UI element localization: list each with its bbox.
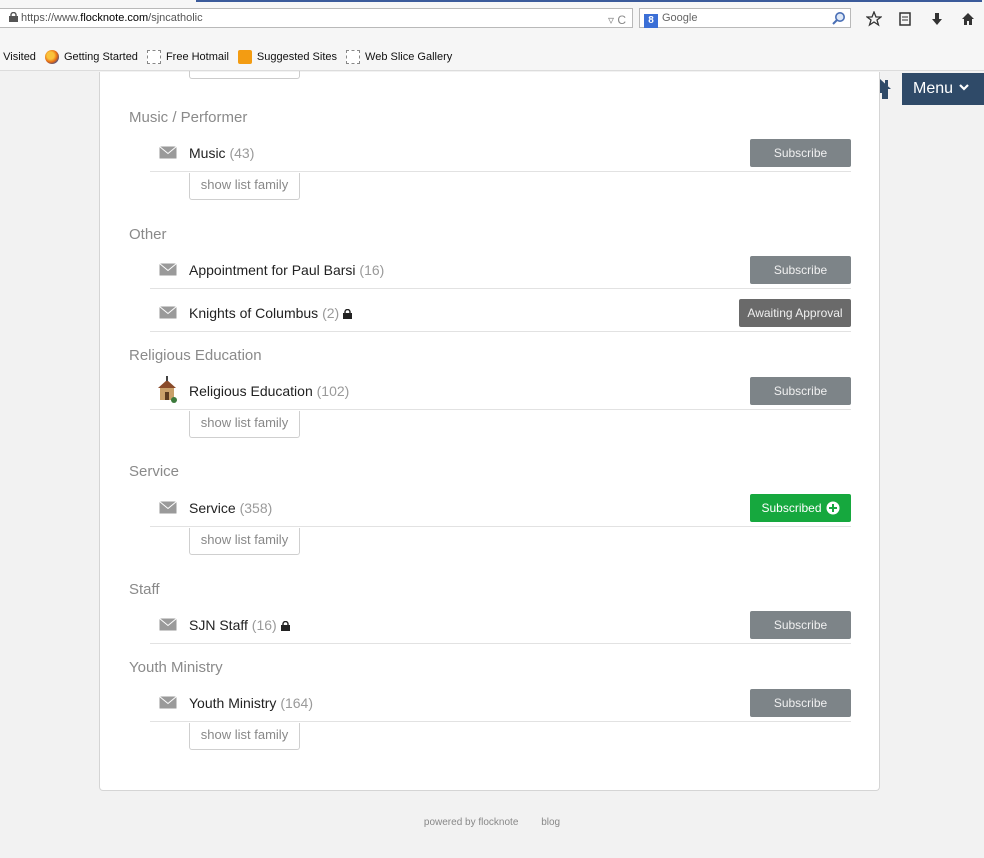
list-count: (102) [316,383,350,399]
bookmark-label: Suggested Sites [256,51,338,63]
list-row-knights: Knights of Columbus (2) Awaiting Approva… [150,294,851,332]
envelope-icon [159,696,177,709]
bookmarks-menu-icon[interactable] [897,11,913,27]
show-list-family-tab[interactable] [189,71,300,79]
subscribe-button[interactable]: Subscribe [750,689,851,717]
list-row-sjn-staff: SJN Staff (16) Subscribe [150,606,851,644]
blog-link[interactable]: blog [541,817,560,828]
section-title: Service [129,463,180,480]
bookmark-label: Free Hotmail [165,51,229,63]
download-icon[interactable] [929,11,945,27]
envelope-icon [159,306,177,319]
subscribe-button[interactable]: Subscribe [750,377,851,405]
list-count: (164) [280,695,313,711]
envelope-icon [159,263,177,276]
address-bar[interactable]: https://www.flocknote.com/sjncatholic ▿ … [0,8,633,28]
page-content: Menu Music / Performer Music (43) Subscr… [0,71,984,858]
subscribe-button[interactable]: Subscribe [750,139,851,167]
bookmarks-bar: t Visited Getting Started Free Hotmail S… [0,44,984,71]
section-title: Music / Performer [129,109,248,126]
envelope-icon [159,146,177,159]
search-icon[interactable] [832,11,846,25]
firefox-icon [44,50,59,64]
url-domain: flocknote.com [80,12,149,24]
list-name[interactable]: Youth Ministry [189,695,276,711]
bookmark-suggested-sites[interactable]: Suggested Sites [237,50,338,64]
bookmark-free-hotmail[interactable]: Free Hotmail [146,50,229,64]
show-list-family-button[interactable]: show list family [189,411,300,438]
subscribe-button[interactable]: Subscribe [750,256,851,284]
browser-toolbar: https://www.flocknote.com/sjncatholic ▿ … [0,0,984,44]
awaiting-approval-button[interactable]: Awaiting Approval [739,299,851,327]
list-name[interactable]: Music [189,145,226,161]
lock-icon [9,12,18,22]
home-icon[interactable] [960,11,976,27]
search-input[interactable]: 8 Google [639,8,851,28]
bookmark-label: t Visited [0,51,36,63]
bookmark-web-slice-gallery[interactable]: Web Slice Gallery [346,50,452,64]
show-list-family-button[interactable]: show list family [189,528,300,555]
list-row-religious-education: Religious Education (102) Subscribe [150,372,851,410]
url-prefix: https://www. [21,12,81,24]
section-title: Youth Ministry [129,659,223,676]
toolbar-accent [196,0,982,2]
list-row-youth-ministry: Youth Ministry (164) Subscribe [150,684,851,722]
subscribed-label: Subscribed [761,501,822,515]
subscribe-button[interactable]: Subscribe [750,611,851,639]
footer: powered by flocknote blog [0,817,984,828]
list-row-service: Service (358) Subscribed [150,489,851,527]
lists-card: Music / Performer Music (43) Subscribe s… [99,71,880,791]
list-name[interactable]: Service [189,500,236,516]
bookmark-label: Getting Started [63,51,138,63]
list-name[interactable]: Appointment for Paul Barsi [189,262,356,278]
browser-nav-icons [858,8,984,30]
show-list-family-button[interactable]: show list family [189,723,300,750]
page-icon [146,50,161,64]
page-icon [346,50,361,64]
section-title: Staff [129,581,160,598]
schoolhouse-icon [158,376,177,403]
list-name[interactable]: Religious Education [189,383,313,399]
list-count: (16) [251,617,277,633]
list-name[interactable]: Knights of Columbus [189,305,318,321]
list-name[interactable]: SJN Staff [189,617,248,633]
plus-circle-icon [826,501,840,515]
list-row-music: Music (43) Subscribe [150,134,851,172]
bookmark-star-icon[interactable] [865,11,882,27]
envelope-icon [159,501,177,514]
lock-icon [343,309,353,319]
menu-label: Menu [913,80,954,97]
list-row-appointment: Appointment for Paul Barsi (16) Subscrib… [150,251,851,289]
subscribed-button[interactable]: Subscribed [750,494,851,522]
bookmark-most-visited[interactable]: t Visited [0,51,36,63]
url-path: /sjncatholic [148,12,203,24]
chevron-down-icon [959,84,969,91]
google-icon: 8 [644,14,658,28]
bookmark-label: Web Slice Gallery [365,51,453,63]
section-title: Other [129,226,167,243]
lock-icon [280,621,290,631]
powered-by-link[interactable]: powered by flocknote [424,817,519,828]
envelope-icon [159,618,177,631]
section-title: Religious Education [129,347,262,364]
list-count: (43) [229,145,255,161]
show-list-family-button[interactable]: show list family [189,173,300,200]
menu-button[interactable]: Menu [902,73,984,105]
reload-icon[interactable]: ▿ C [608,11,626,29]
list-count: (2) [322,305,340,321]
search-engine-label: Google [662,12,698,24]
suggested-sites-icon [237,50,252,64]
list-count: (16) [359,262,385,278]
bookmark-getting-started[interactable]: Getting Started [44,50,138,64]
list-count: (358) [239,500,273,516]
